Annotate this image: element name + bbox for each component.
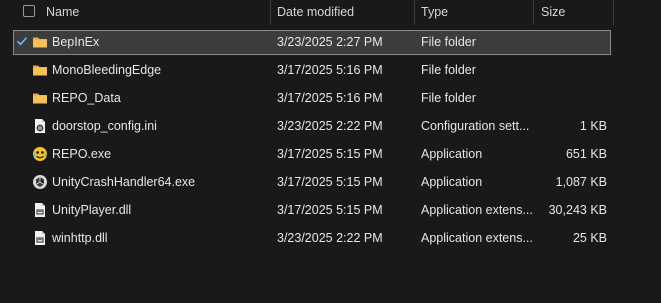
app-icon (32, 146, 48, 162)
file-size: 30,243 KB (548, 203, 607, 217)
column-header-size[interactable]: Size (541, 0, 565, 25)
column-divider[interactable] (414, 0, 415, 25)
sort-ascending-icon: ^ (139, 0, 145, 6)
column-header-name[interactable]: Name (46, 0, 79, 25)
file-date-modified: 3/17/2025 5:15 PM (277, 203, 383, 217)
dll-file-icon (32, 202, 48, 218)
file-row[interactable]: BepInEx 3/23/2025 2:27 PM File folder (13, 30, 611, 55)
file-row[interactable]: UnityPlayer.dll 3/17/2025 5:15 PM Applicat… (13, 198, 611, 223)
settings-file-icon (32, 118, 48, 134)
file-type: Application (421, 175, 483, 189)
column-header: ^ Name Date modified Type Size (0, 0, 661, 25)
file-size (541, 86, 607, 111)
file-name: MonoBleedingEdge (52, 63, 162, 77)
file-row[interactable]: winhttp.dll 3/23/2025 2:22 PM Application … (13, 226, 611, 251)
select-all-checkbox[interactable] (23, 5, 35, 17)
file-name: winhttp.dll (52, 231, 108, 245)
file-size (541, 30, 607, 55)
file-row[interactable]: MonoBleedingEdge 3/17/2025 5:16 PM File fo… (13, 58, 611, 83)
unity-icon (32, 174, 48, 190)
folder-icon (32, 62, 48, 78)
file-name: REPO_Data (52, 91, 121, 105)
file-size: 1,087 KB (555, 175, 607, 189)
file-date-modified: 3/17/2025 5:16 PM (277, 63, 383, 77)
file-size (541, 58, 607, 83)
folder-icon (32, 90, 48, 106)
file-row[interactable]: REPO.exe 3/17/2025 5:15 PM Application 651 … (13, 142, 611, 167)
file-type: File folder (421, 35, 476, 49)
column-divider[interactable] (533, 0, 534, 25)
folder-icon (32, 34, 48, 50)
file-type: Application extens... (421, 203, 533, 217)
file-name: BepInEx (52, 35, 100, 49)
row-checkbox-checked-icon[interactable] (16, 35, 28, 47)
file-date-modified: 3/17/2025 5:16 PM (277, 91, 383, 105)
file-row[interactable]: REPO_Data 3/17/2025 5:16 PM File folder (13, 86, 611, 111)
file-date-modified: 3/17/2025 5:15 PM (277, 147, 383, 161)
column-divider[interactable] (270, 0, 271, 25)
file-date-modified: 3/23/2025 2:27 PM (277, 35, 383, 49)
column-divider[interactable] (613, 0, 614, 25)
file-name: UnityPlayer.dll (52, 203, 132, 217)
file-date-modified: 3/17/2025 5:15 PM (277, 175, 383, 189)
column-header-type[interactable]: Type (421, 0, 448, 25)
dll-file-icon (32, 230, 48, 246)
file-size: 25 KB (572, 231, 607, 245)
column-header-date[interactable]: Date modified (277, 0, 354, 25)
file-type: Configuration sett... (421, 119, 530, 133)
file-name: UnityCrashHandler64.exe (52, 175, 196, 189)
file-type: Application extens... (421, 231, 533, 245)
file-type: File folder (421, 91, 476, 105)
file-row[interactable]: UnityCrashHandler64.exe 3/17/2025 5:15 PM… (13, 170, 611, 195)
file-date-modified: 3/23/2025 2:22 PM (277, 231, 383, 245)
file-type: File folder (421, 63, 476, 77)
file-type: Application (421, 147, 483, 161)
file-size: 651 KB (565, 147, 607, 161)
file-name: doorstop_config.ini (52, 119, 157, 133)
file-date-modified: 3/23/2025 2:22 PM (277, 119, 383, 133)
file-row[interactable]: doorstop_config.ini 3/23/2025 2:22 PM Conf… (13, 114, 611, 139)
file-size: 1 KB (579, 119, 607, 133)
file-name: REPO.exe (52, 147, 112, 161)
